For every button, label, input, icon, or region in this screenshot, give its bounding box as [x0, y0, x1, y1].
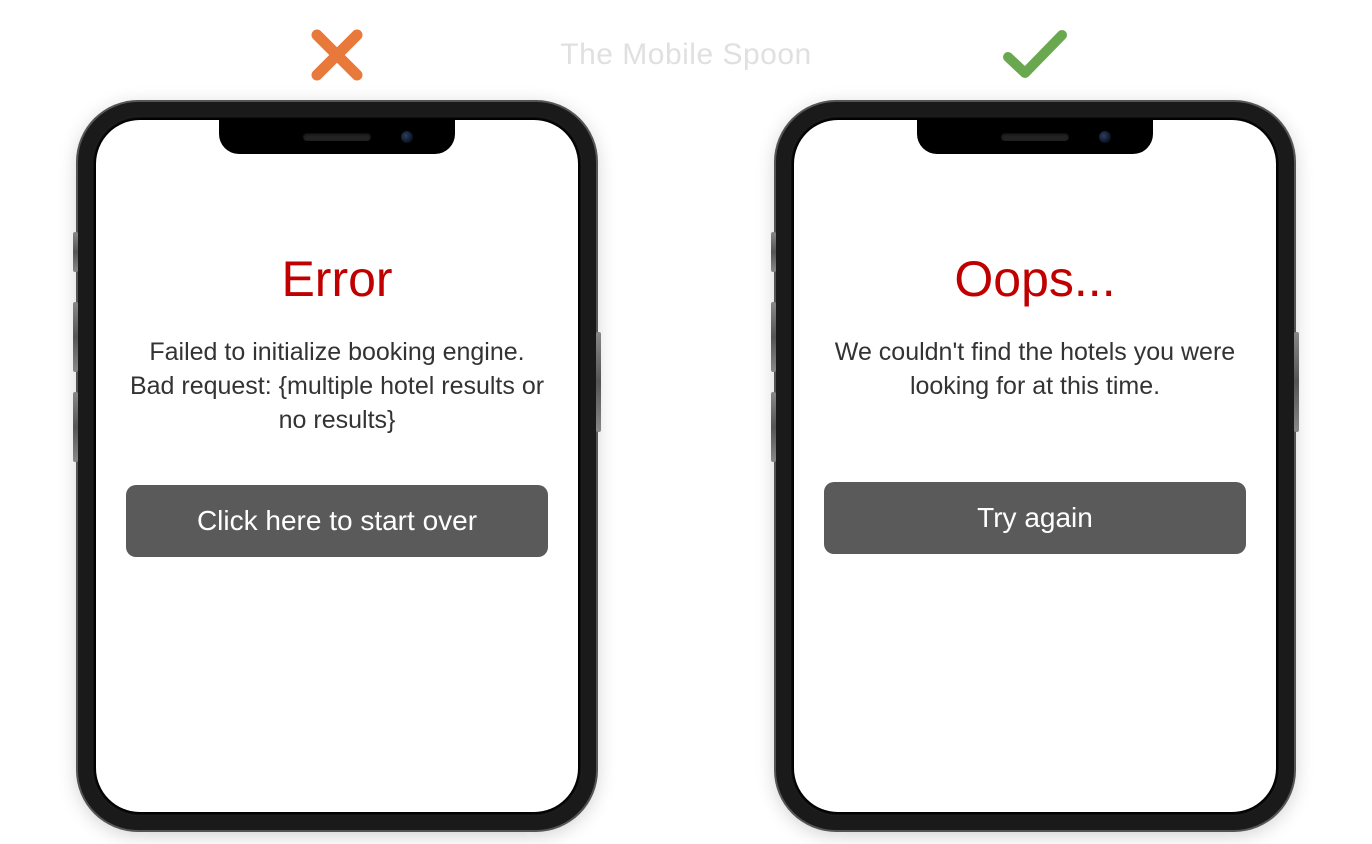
- error-message: Failed to initialize booking engine. Bad…: [126, 336, 548, 437]
- oops-message: We couldn't find the hotels you were loo…: [824, 336, 1246, 404]
- error-screen-content: Error Failed to initialize booking engin…: [96, 120, 578, 557]
- comparison-container: Error Failed to initialize booking engin…: [0, 0, 1372, 830]
- bad-example: Error Failed to initialize booking engin…: [78, 20, 596, 830]
- phone-side-button: [73, 392, 78, 462]
- phone-camera: [1099, 131, 1111, 143]
- phone-camera: [401, 131, 413, 143]
- good-example: Oops... We couldn't find the hotels you …: [776, 20, 1294, 830]
- phone-frame-bad: Error Failed to initialize booking engin…: [78, 102, 596, 830]
- phone-speaker: [303, 133, 371, 141]
- start-over-button[interactable]: Click here to start over: [126, 485, 548, 557]
- error-title: Error: [126, 250, 548, 308]
- phone-frame-good: Oops... We couldn't find the hotels you …: [776, 102, 1294, 830]
- phone-side-button: [596, 332, 601, 432]
- phone-side-button: [73, 232, 78, 272]
- cross-icon: [307, 20, 367, 90]
- phone-side-button: [73, 302, 78, 372]
- phone-bezel: Oops... We couldn't find the hotels you …: [790, 116, 1280, 816]
- watermark-text: The Mobile Spoon: [560, 38, 812, 72]
- phone-side-button: [771, 392, 776, 462]
- phone-bezel: Error Failed to initialize booking engin…: [92, 116, 582, 816]
- spacer: [824, 452, 1246, 482]
- check-icon: [1000, 20, 1070, 90]
- phone-side-button: [771, 232, 776, 272]
- oops-screen-content: Oops... We couldn't find the hotels you …: [794, 120, 1276, 554]
- phone-speaker: [1001, 133, 1069, 141]
- phone-side-button: [771, 302, 776, 372]
- phone-screen: Oops... We couldn't find the hotels you …: [794, 120, 1276, 812]
- phone-side-button: [1294, 332, 1299, 432]
- try-again-button[interactable]: Try again: [824, 482, 1246, 554]
- phone-screen: Error Failed to initialize booking engin…: [96, 120, 578, 812]
- oops-title: Oops...: [824, 250, 1246, 308]
- phone-notch: [917, 120, 1153, 154]
- phone-notch: [219, 120, 455, 154]
